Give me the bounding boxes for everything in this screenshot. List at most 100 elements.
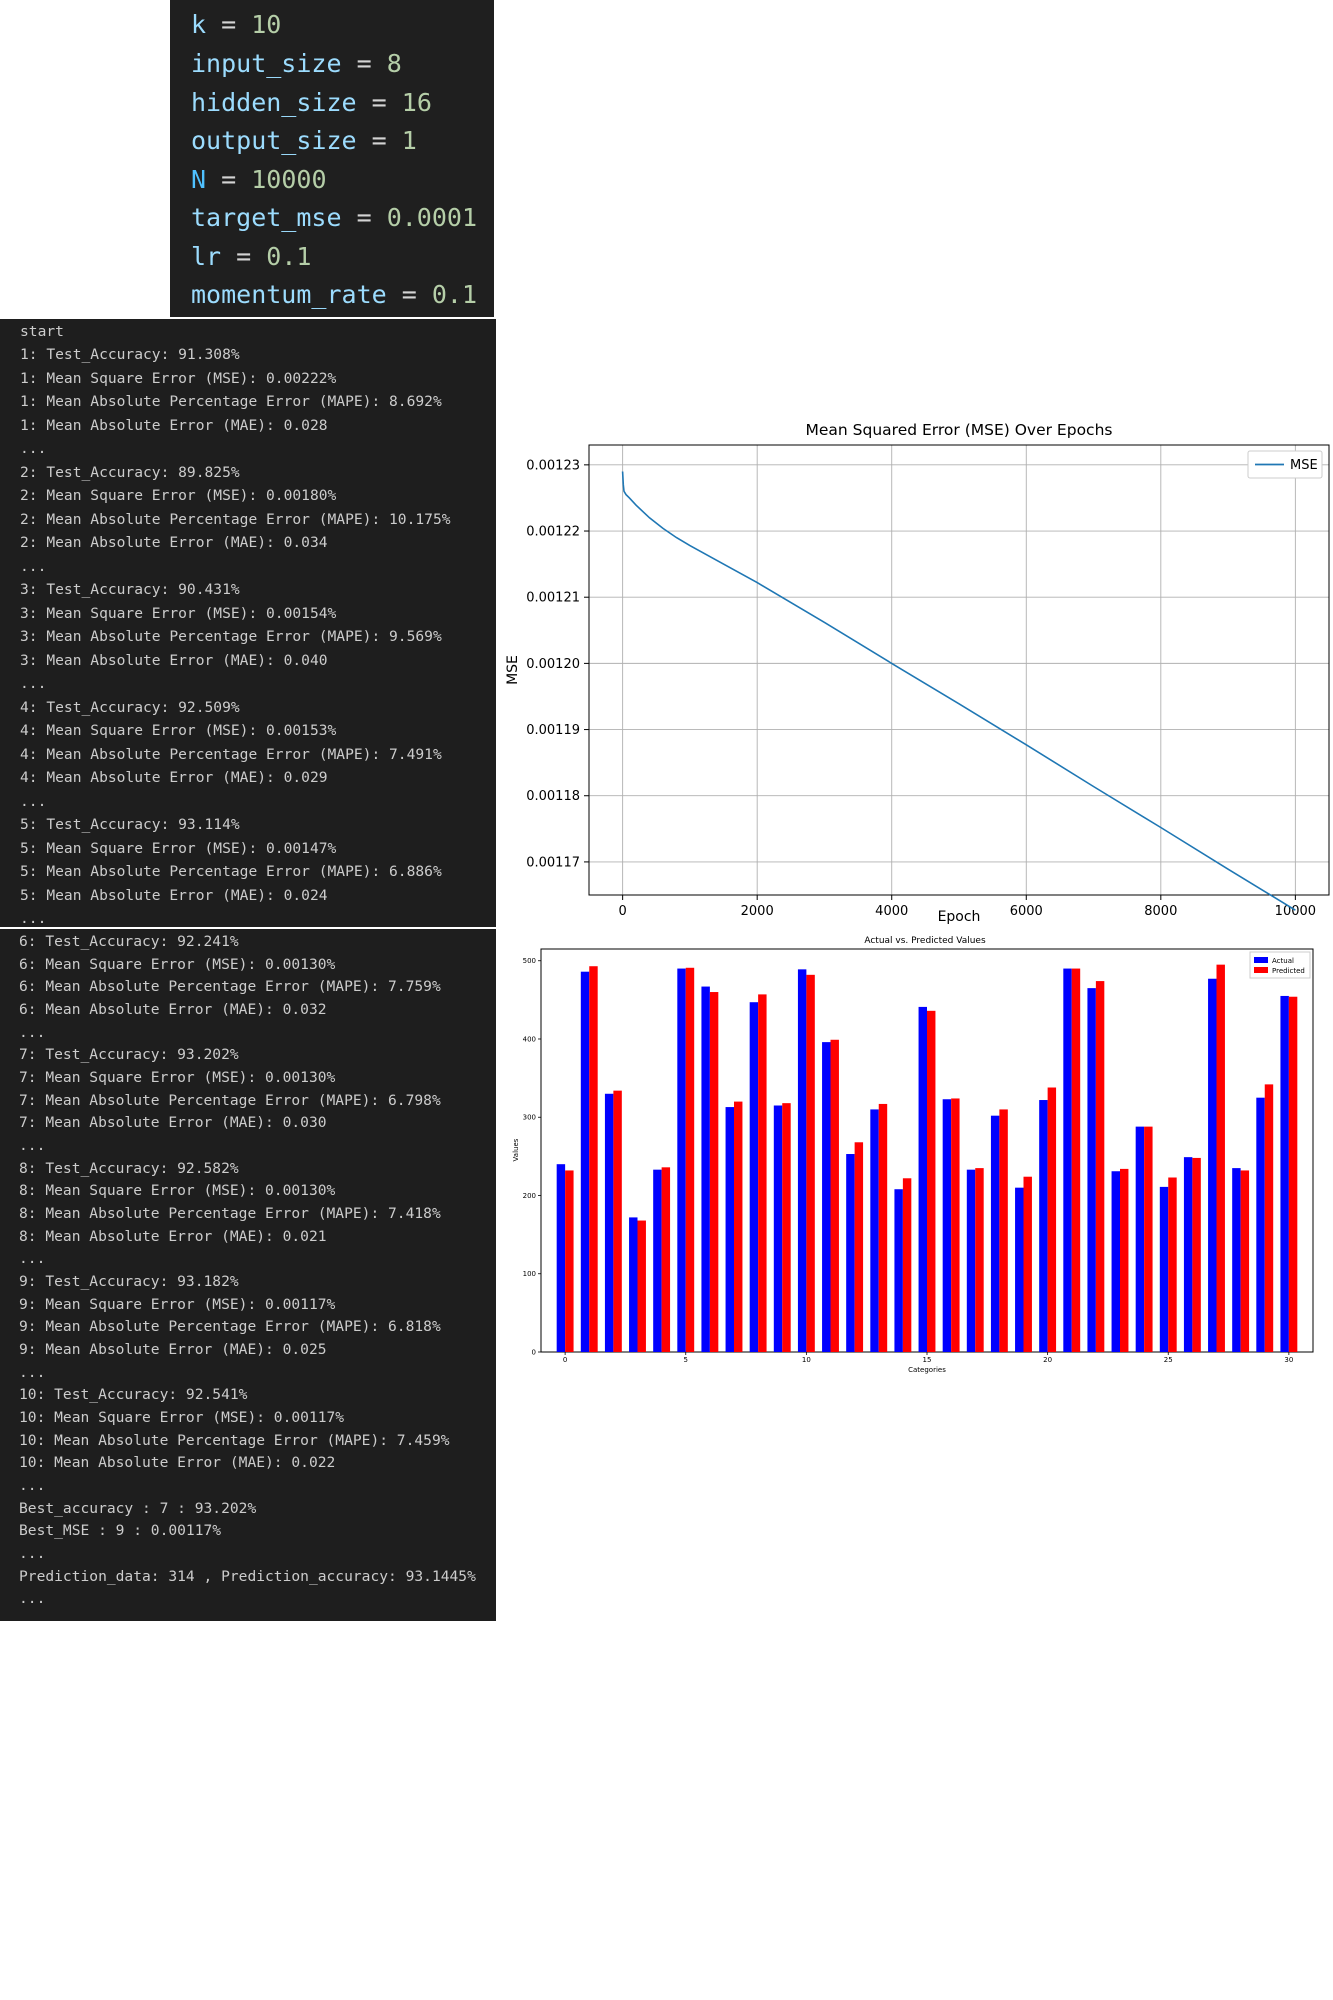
console-line: 10: Test_Accuracy: 92.541% — [19, 1386, 248, 1403]
bar-predicted — [1264, 1084, 1274, 1352]
bar-actual — [604, 1093, 614, 1352]
console-line: ... — [20, 558, 47, 575]
code-operator: = — [401, 280, 417, 309]
console-line: 10: Mean Absolute Error (MAE): 0.022 — [19, 1454, 336, 1471]
bar-predicted — [758, 994, 767, 1352]
x-axis-ticks: 0 5 10 15 20 25 30 — [563, 1352, 1293, 1364]
y-tick-label: 500 — [523, 957, 536, 965]
y-axis-label: Values — [512, 1138, 520, 1161]
x-tick-label: 4000 — [875, 904, 908, 919]
console-line: 6: Mean Absolute Percentage Error (MAPE)… — [19, 978, 441, 995]
console-line: Prediction_data: 314 , Prediction_accura… — [19, 1568, 476, 1585]
bar-actual — [1039, 1100, 1048, 1352]
y-tick-label: 0.00121 — [526, 591, 580, 606]
console-output-panel: start 1: Test_Accuracy: 91.308% 1: Mean … — [0, 319, 496, 927]
y-tick-label: 100 — [523, 1270, 536, 1278]
console-line: 7: Mean Absolute Percentage Error (MAPE)… — [19, 1092, 441, 1109]
code-var-name: input_size — [191, 49, 342, 78]
code-operator: = — [221, 10, 237, 39]
bar-predicted — [878, 1103, 888, 1352]
series-line-mse — [621, 471, 1296, 911]
bar-predicted — [1047, 1087, 1057, 1352]
code-var-name: lr — [191, 242, 222, 271]
legend-label-mse: MSE — [1290, 458, 1318, 473]
bar-predicted — [1120, 1168, 1129, 1352]
y-tick-label: 0.00120 — [526, 657, 580, 672]
code-var-name: N — [191, 165, 207, 194]
x-tick-label: 0 — [563, 1356, 567, 1364]
code-operator: = — [371, 126, 387, 155]
bar-predicted — [613, 1090, 622, 1352]
console-line: ... — [19, 1545, 46, 1562]
bar-actual — [773, 1105, 783, 1352]
console-line: 3: Test_Accuracy: 90.431% — [20, 581, 240, 598]
console-line: 2: Mean Absolute Percentage Error (MAPE)… — [20, 511, 451, 528]
console-line: 8: Mean Square Error (MSE): 0.00130% — [19, 1182, 336, 1199]
x-axis-label: Epoch — [938, 909, 981, 925]
bar-predicted — [975, 1168, 984, 1352]
bar-predicted — [830, 1039, 839, 1352]
console-line: ... — [20, 910, 47, 927]
y-axis-label: MSE — [505, 655, 521, 685]
bar-predicted — [734, 1101, 743, 1352]
code-var-value: 10000 — [251, 165, 327, 194]
console-line: ... — [19, 1137, 46, 1154]
console-line: ... — [19, 1477, 46, 1494]
console-line: 8: Mean Absolute Percentage Error (MAPE)… — [19, 1205, 441, 1222]
code-operator: = — [356, 49, 372, 78]
x-tick-label: 25 — [1164, 1356, 1173, 1364]
bar-predicted — [1023, 1176, 1032, 1352]
bar-actual — [1280, 995, 1289, 1352]
y-tick-label: 0.00119 — [526, 723, 580, 738]
bar-actual — [1183, 1157, 1193, 1352]
console-line: 2: Mean Absolute Error (MAE): 0.034 — [20, 534, 328, 551]
plot-frame — [588, 444, 1330, 896]
bar-predicted — [1240, 1170, 1250, 1352]
console-line: 8: Test_Accuracy: 92.582% — [19, 1160, 239, 1177]
console-line: 6: Mean Absolute Error (MAE): 0.032 — [19, 1001, 327, 1018]
bar-actual — [1015, 1187, 1024, 1352]
code-line-hidden-size: hidden_size = 16 — [191, 84, 432, 122]
bar-predicted — [927, 1010, 936, 1352]
code-line-input-size: input_size = 8 — [191, 45, 402, 83]
console-line: 3: Mean Square Error (MSE): 0.00154% — [20, 605, 337, 622]
console-line: ... — [19, 1364, 46, 1381]
y-tick-label: 0 — [532, 1349, 536, 1357]
code-var-value: 10 — [251, 10, 282, 39]
console-line: 6: Mean Square Error (MSE): 0.00130% — [19, 956, 336, 973]
console-line: ... — [20, 793, 47, 810]
legend-swatch-predicted — [1254, 967, 1268, 973]
bar-predicted — [854, 1142, 864, 1352]
bar-actual — [677, 968, 686, 1352]
console-line: 7: Mean Square Error (MSE): 0.00130% — [19, 1069, 336, 1086]
console-line: Best_MSE : 9 : 0.00117% — [19, 1522, 222, 1539]
code-var-value: 16 — [401, 88, 432, 117]
bar-predicted — [782, 1103, 791, 1352]
console-line: ... — [19, 1590, 46, 1607]
bar-actual — [822, 1042, 831, 1352]
x-tick-label: 30 — [1284, 1356, 1293, 1364]
console-line: 8: Mean Absolute Error (MAE): 0.021 — [19, 1228, 327, 1245]
y-tick-label: 400 — [523, 1035, 536, 1043]
code-var-value: 0.1 — [431, 280, 478, 309]
bar-predicted — [999, 1109, 1008, 1352]
console-line: 5: Mean Absolute Error (MAE): 0.024 — [20, 887, 328, 904]
x-tick-label: 8000 — [1144, 904, 1177, 919]
bar-predicted — [685, 967, 695, 1352]
bar-actual — [1256, 1097, 1265, 1352]
console-line: 3: Mean Absolute Error (MAE): 0.040 — [20, 652, 328, 669]
console-line: 2: Mean Square Error (MSE): 0.00180% — [20, 487, 337, 504]
y-tick-label: 0.00117 — [526, 855, 580, 870]
bar-actual — [556, 1164, 566, 1352]
bar-predicted — [709, 992, 719, 1352]
console-line: ... — [19, 1250, 46, 1267]
code-var-value: 8 — [386, 49, 402, 78]
bar-actual — [580, 971, 590, 1352]
console-line: 9: Test_Accuracy: 93.182% — [19, 1273, 239, 1290]
console-line: 1: Mean Square Error (MSE): 0.00222% — [20, 370, 337, 387]
console-line: 6: Test_Accuracy: 92.241% — [19, 933, 239, 950]
x-tick-label: 10000 — [1275, 904, 1316, 919]
bar-actual — [942, 1099, 952, 1352]
code-var-name: output_size — [191, 126, 357, 155]
chart-grid — [589, 445, 1329, 895]
